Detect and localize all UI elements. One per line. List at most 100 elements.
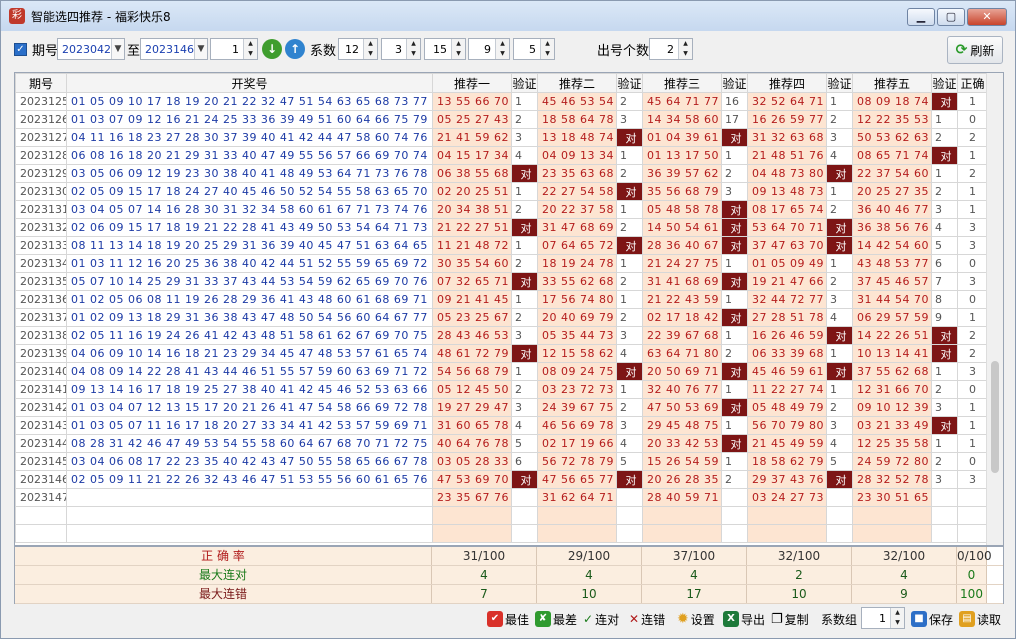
table-cell: 01 13 17 50 — [642, 146, 722, 165]
column-header[interactable]: 推荐三 — [642, 73, 722, 93]
table-row[interactable]: 2023136 01 02 05 06 08 11 19 26 28 29 36 … — [15, 290, 988, 309]
period-to-value: 2023146 — [145, 42, 194, 56]
down-circle-button[interactable]: ↓ — [262, 38, 282, 60]
best-button[interactable]: ✔ 最佳 — [487, 607, 529, 631]
table-row[interactable]: 2023141 09 13 14 16 17 18 19 25 27 38 40 … — [15, 380, 988, 399]
table-row[interactable]: 2023125 01 05 09 10 17 18 19 20 21 22 32 … — [15, 92, 988, 111]
stats-label: 最大连错 — [15, 585, 432, 603]
table-row[interactable]: 2023147 23 35 67 76 31 62 64 71 28 40 59 71… — [15, 488, 988, 507]
column-header[interactable]: 正确 — [957, 73, 988, 93]
table-cell: 3 — [511, 128, 538, 147]
table-row[interactable]: 2023129 03 05 06 09 12 19 23 30 38 40 41 … — [15, 164, 988, 183]
column-header[interactable]: 验证 — [511, 73, 538, 93]
column-header[interactable]: 开奖号 — [66, 73, 433, 93]
column-header[interactable]: 验证 — [721, 73, 748, 93]
settings-button[interactable]: ✹ 设置 — [677, 607, 715, 631]
export-button[interactable]: X 导出 — [723, 607, 765, 631]
copy-button[interactable]: ❐ 复制 — [771, 607, 809, 631]
period-to-combo[interactable]: 2023146 ▼ — [140, 38, 208, 60]
minimize-button[interactable]: ▁ — [907, 8, 935, 26]
table-cell: 35 56 68 79 — [642, 182, 722, 201]
empty-cell — [15, 506, 67, 525]
column-header[interactable]: 期号 — [15, 73, 67, 93]
column-header[interactable]: 推荐二 — [537, 73, 617, 93]
coef-group-spin[interactable]: 1 ▲ ▼ — [861, 607, 905, 629]
refresh-button[interactable]: ⟳ 刷新 — [947, 36, 1003, 64]
table-row[interactable]: 2023143 01 03 05 07 11 16 17 18 20 27 33 … — [15, 416, 988, 435]
worst-button[interactable]: ✘ 最差 — [535, 607, 577, 631]
column-header[interactable]: 推荐五 — [852, 73, 932, 93]
table-row[interactable]: 2023145 03 04 06 08 17 22 23 35 40 42 43 … — [15, 452, 988, 471]
count-spin[interactable]: 2 ▲ ▼ — [649, 38, 693, 60]
chevron-down-icon[interactable]: ▼ — [194, 39, 207, 59]
period-spin-value: 1 — [232, 42, 239, 56]
maximize-button[interactable]: ▢ — [937, 8, 965, 26]
table-row[interactable]: 2023138 02 05 11 16 19 24 26 41 42 43 48 … — [15, 326, 988, 345]
read-button[interactable]: ▤ 读取 — [959, 607, 1001, 631]
table-cell: 31 60 65 78 — [432, 416, 512, 435]
close-button[interactable]: ✕ — [967, 8, 1007, 26]
column-header[interactable]: 推荐一 — [432, 73, 512, 93]
period-spin[interactable]: 1 ▲ ▼ — [210, 38, 258, 60]
table-row[interactable]: 2023131 03 04 05 07 14 16 28 30 31 32 34 … — [15, 200, 988, 219]
coef-value: 12 — [345, 42, 359, 56]
table-row[interactable]: 2023130 02 05 09 15 17 18 24 27 40 45 46 … — [15, 182, 988, 201]
table-row[interactable]: 2023127 04 11 16 18 23 27 28 30 37 39 40 … — [15, 128, 988, 147]
coef-spin-5[interactable]: 5 ▲ ▼ — [513, 38, 555, 60]
table-cell: 21 24 27 75 — [642, 254, 722, 273]
save-button[interactable]: ■ 保存 — [911, 607, 953, 631]
column-header[interactable]: 推荐四 — [747, 73, 827, 93]
results-grid[interactable]: 期号 开奖号 推荐一 验证 推荐二 验证 推荐三 验证 推荐四 验证 推荐五 验证 正确 2023125… — [14, 72, 1004, 546]
column-header[interactable]: 验证 — [931, 73, 958, 93]
table-cell — [66, 488, 433, 507]
table-cell: 21 45 49 59 — [747, 434, 827, 453]
up-circle-button[interactable]: ↑ — [285, 38, 305, 60]
table-row[interactable]: 2023134 01 03 11 12 16 20 25 36 38 40 42 … — [15, 254, 988, 273]
export-label: 导出 — [741, 612, 766, 627]
table-row[interactable]: 2023139 04 06 09 10 14 16 18 21 23 29 34 … — [15, 344, 988, 363]
lian-dui-button[interactable]: ✓ 连对 — [583, 607, 619, 631]
coef-spin-4[interactable]: 9 ▲ ▼ — [468, 38, 510, 60]
table-row[interactable]: 2023133 08 11 13 14 18 19 20 25 29 31 36 … — [15, 236, 988, 255]
table-row[interactable]: 2023137 01 02 09 13 18 29 31 36 38 43 47 … — [15, 308, 988, 327]
table-cell: 21 22 27 51 — [432, 218, 512, 237]
table-cell: 1 — [616, 200, 643, 219]
table-cell: 05 07 10 14 25 29 31 33 37 43 44 53 54 5… — [66, 272, 433, 291]
vertical-scrollbar[interactable] — [986, 73, 1003, 545]
table-cell: 20 40 69 79 — [537, 308, 617, 327]
table-row[interactable]: 2023142 01 03 04 07 12 13 15 17 20 21 26 … — [15, 398, 988, 417]
table-cell: 3 — [957, 470, 988, 489]
table-cell: 2 — [826, 110, 853, 129]
column-header[interactable]: 验证 — [826, 73, 853, 93]
table-cell: 47 56 65 77 — [537, 470, 617, 489]
table-row[interactable]: 2023135 05 07 10 14 25 29 31 33 37 43 44 … — [15, 272, 988, 291]
table-cell: 6 — [511, 452, 538, 471]
table-cell: 2023136 — [15, 290, 67, 309]
table-row[interactable]: 2023140 04 08 09 14 22 28 41 43 44 46 51 … — [15, 362, 988, 381]
table-cell: 29 45 48 75 — [642, 416, 722, 435]
column-header[interactable]: 验证 — [616, 73, 643, 93]
lian-cuo-button[interactable]: ✕ 连错 — [629, 607, 665, 631]
table-row[interactable]: 2023146 02 05 09 11 21 22 26 32 43 46 47 … — [15, 470, 988, 489]
coef-group-label: 系数组 — [821, 612, 858, 627]
table-cell: 03 05 06 09 12 19 23 30 38 40 41 48 49 5… — [66, 164, 433, 183]
table-cell: 37 55 62 68 — [852, 362, 932, 381]
coef-spin-1[interactable]: 12 ▲ ▼ — [338, 38, 378, 60]
table-cell: 2023146 — [15, 470, 67, 489]
coef-spin-2[interactable]: 3 ▲ ▼ — [381, 38, 421, 60]
table-row[interactable]: 2023128 06 08 16 18 20 21 29 31 33 40 47 … — [15, 146, 988, 165]
table-row[interactable]: 2023144 08 28 31 42 46 47 49 53 54 55 58 … — [15, 434, 988, 453]
empty-cell — [537, 506, 617, 525]
table-cell: 13 55 66 70 — [432, 92, 512, 111]
chevron-down-icon[interactable]: ▼ — [111, 39, 124, 59]
coef-spin-3[interactable]: 15 ▲ ▼ — [424, 38, 466, 60]
period-from-combo[interactable]: 2023042 ▼ — [57, 38, 125, 60]
table-cell: 2 — [511, 200, 538, 219]
table-row[interactable]: 2023132 02 06 09 15 17 18 19 21 22 28 41 … — [15, 218, 988, 237]
scrollbar-thumb[interactable] — [991, 361, 999, 473]
period-checkbox[interactable]: ✓ — [14, 42, 27, 56]
table-cell: 08 09 18 74 — [852, 92, 932, 111]
table-row[interactable]: 2023126 01 03 07 09 12 16 21 24 25 33 36 … — [15, 110, 988, 129]
table-cell: 2023131 — [15, 200, 67, 219]
table-cell — [616, 488, 643, 507]
